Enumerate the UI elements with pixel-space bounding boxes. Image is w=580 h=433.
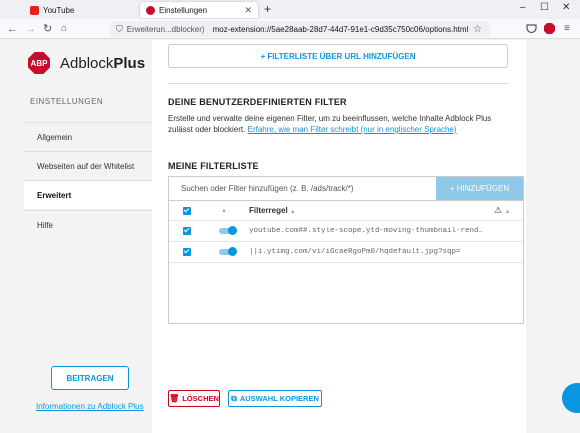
logo: ABP AdblockPlus — [28, 52, 145, 74]
close-icon[interactable]: ✕ — [244, 5, 252, 16]
add-filter-button[interactable]: + HINZUFÜGEN — [436, 177, 523, 200]
bookmark-star-icon[interactable]: ☆ — [473, 24, 482, 35]
tab-label: Einstellungen — [159, 5, 208, 15]
new-tab-icon[interactable]: + — [264, 2, 271, 16]
pocket-icon[interactable] — [526, 23, 537, 34]
abp-logo-icon: ABP — [28, 52, 50, 74]
sort-icon[interactable]: ▲ — [221, 208, 227, 214]
url-text[interactable]: moz-extension://5ae28aab-28d7-44d7-91e1-… — [213, 25, 469, 34]
learn-filters-link[interactable]: Erfahre, wie man Filter schreibt (nur in… — [248, 125, 457, 134]
contribute-button[interactable]: BEITRAGEN — [51, 366, 129, 390]
main-content: + FILTERLISTE ÜBER URL HINZUFÜGEN DEINE … — [152, 40, 526, 433]
sidebar-item-allgemein[interactable]: Allgemein — [24, 122, 152, 151]
row-checkbox[interactable] — [183, 248, 191, 256]
sidebar-item-erweitert[interactable]: Erweitert — [24, 180, 152, 209]
adblockplus-toolbar-icon[interactable] — [544, 23, 555, 34]
table-header: ▲ Filterregel ▲ ⚠ ▲ — [169, 201, 523, 221]
tab-youtube[interactable]: YouTube ✕ — [24, 2, 152, 18]
shield-icon[interactable]: ⛉ — [116, 24, 123, 35]
minimize-icon[interactable]: – — [520, 2, 526, 13]
right-gutter — [526, 40, 580, 433]
row-checkbox[interactable] — [183, 227, 191, 235]
brand-name: AdblockPlus — [60, 54, 146, 72]
menu-icon[interactable]: ≡ — [564, 22, 570, 36]
rule-toggle[interactable] — [219, 247, 237, 256]
copy-selection-button[interactable]: ⧉ AUSWAHL KOPIEREN — [228, 390, 322, 407]
tab-bar: YouTube ✕ Einstellungen ✕ + – ☐ ✕ — [0, 0, 580, 19]
sidebar-item-whitelist[interactable]: Webseiten auf der Whitelist — [24, 151, 152, 180]
tab-label: YouTube — [43, 5, 75, 15]
back-icon[interactable]: ← — [7, 22, 18, 36]
forward-icon[interactable]: → — [25, 22, 36, 36]
maximize-icon[interactable]: ☐ — [540, 2, 549, 13]
youtube-icon — [30, 5, 39, 15]
filterlist-heading: MEINE FILTERLISTE — [168, 161, 259, 171]
sidebar-item-hilfe[interactable]: Hilfe — [24, 210, 152, 239]
filter-table: ▲ Filterregel ▲ ⚠ ▲ youtube.com##.style-… — [168, 201, 524, 324]
reload-icon[interactable]: ↻ — [43, 22, 52, 36]
copy-icon: ⧉ — [231, 393, 237, 403]
window-close-icon[interactable]: ✕ — [562, 2, 570, 13]
nav-bar: ← → ↻ ⌂ ⛉ Erweiterun...dblocker) moz-ext… — [0, 19, 580, 39]
select-all-checkbox[interactable] — [183, 206, 191, 215]
add-filterlist-url-button[interactable]: + FILTERLISTE ÜBER URL HINZUFÜGEN — [168, 44, 508, 68]
rule-text[interactable]: youtube.com##.style-scope.ytd-moving-thu… — [249, 227, 484, 235]
info-link[interactable]: Informationen zu Adblock Plus — [36, 402, 144, 411]
sidebar-heading: EINSTELLUNGEN — [30, 97, 104, 106]
delete-button[interactable]: 🗑 LÖSCHEN — [168, 390, 220, 407]
adblockplus-icon — [146, 5, 155, 15]
filter-search-row: + HINZUFÜGEN — [168, 176, 524, 201]
home-icon[interactable]: ⌂ — [61, 22, 67, 36]
trash-icon: 🗑 — [169, 394, 180, 403]
tab-einstellungen[interactable]: Einstellungen ✕ — [140, 2, 258, 18]
url-identity[interactable]: Erweiterun...dblocker) — [127, 25, 205, 34]
divider — [168, 83, 508, 84]
table-row: ||i.ytimg.com/vi/iGcaeRgoPm0/hqdefault.j… — [169, 242, 523, 263]
options-page: ABP AdblockPlus EINSTELLUNGEN Allgemein … — [0, 40, 580, 433]
column-filterregel[interactable]: Filterregel ▲ — [249, 206, 296, 215]
filter-search-input[interactable] — [169, 177, 436, 200]
custom-filters-description: Erstelle und verwalte deine eigenen Filt… — [168, 114, 492, 134]
table-empty-area — [169, 263, 523, 323]
sidebar: ABP AdblockPlus EINSTELLUNGEN Allgemein … — [0, 40, 152, 433]
url-bar[interactable]: ⛉ Erweiterun...dblocker) moz-extension:/… — [110, 21, 490, 37]
rule-text[interactable]: ||i.ytimg.com/vi/iGcaeRgoPm0/hqdefault.j… — [249, 248, 484, 256]
warning-icon[interactable]: ⚠ ▲ — [494, 205, 511, 216]
rule-toggle[interactable] — [219, 226, 237, 235]
custom-filters-heading: DEINE BENUTZERDEFINIERTEN FILTER — [168, 97, 347, 107]
table-row: youtube.com##.style-scope.ytd-moving-thu… — [169, 221, 523, 242]
